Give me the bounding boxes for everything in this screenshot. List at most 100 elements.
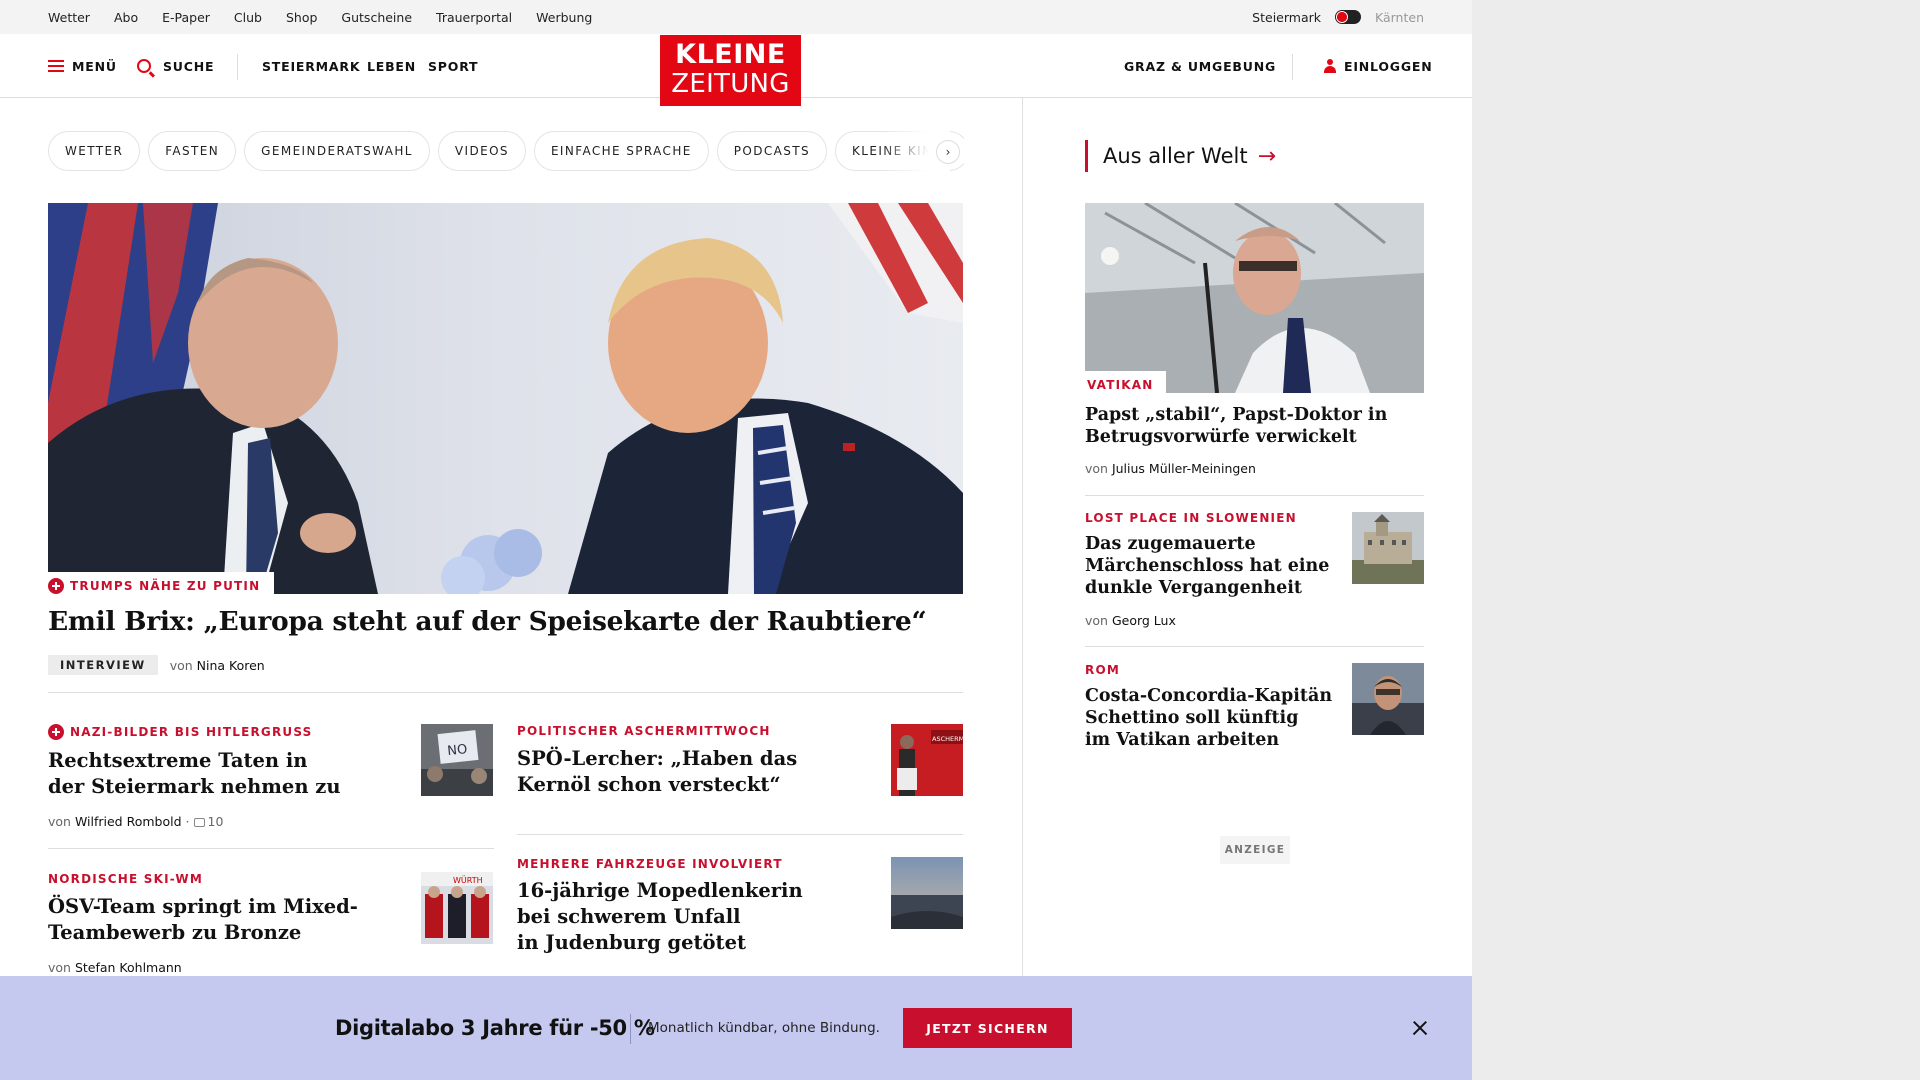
utility-link-abo[interactable]: Abo xyxy=(114,10,138,25)
hamburger-icon xyxy=(48,60,64,72)
utility-link-wetter[interactable]: Wetter xyxy=(48,10,90,25)
article-teaser[interactable]: POLITISCHER ASCHERMITTWOCH SPÖ-Lercher: … xyxy=(517,724,963,824)
right-lead-author[interactable]: Julius Müller-Meiningen xyxy=(1112,461,1256,476)
teaser-thumbnail xyxy=(891,857,963,929)
hero-headline[interactable]: Emil Brix: „Europa steht auf der Speisek… xyxy=(48,604,968,640)
right-lead-image[interactable] xyxy=(1085,203,1424,393)
utility-links: Wetter Abo E-Paper Club Shop Gutscheine … xyxy=(48,0,592,34)
utility-link-gutscheine[interactable]: Gutscheine xyxy=(341,10,412,25)
interview-badge: INTERVIEW xyxy=(48,655,158,675)
utility-link-werbung[interactable]: Werbung xyxy=(536,10,592,25)
user-icon xyxy=(1324,59,1336,73)
teaser-kicker-text: NORDISCHE SKI-WM xyxy=(48,872,204,886)
teaser-byline: von Stefan Kohlmann xyxy=(48,960,182,975)
teaser-title: Costa-Concordia-Kapitän Schettino soll k… xyxy=(1085,685,1332,751)
search-button[interactable]: SUCHE xyxy=(137,34,214,98)
column-divider xyxy=(1022,98,1023,976)
teaser-kicker: POLITISCHER ASCHERMITTWOCH xyxy=(517,724,771,738)
right-lead-kicker: VATIKAN xyxy=(1085,371,1166,399)
close-icon[interactable] xyxy=(1408,1016,1432,1040)
chip-wetter[interactable]: WETTER xyxy=(48,131,141,171)
teaser-title-line: in Judenburg getötet xyxy=(517,931,746,954)
chip-videos[interactable]: VIDEOS xyxy=(437,131,526,171)
article-teaser[interactable]: NAZI-BILDER BIS HITLERGRUSS Rechtsextrem… xyxy=(48,724,494,834)
teaser-thumbnail: NO xyxy=(421,724,493,796)
chip-podcasts[interactable]: PODCASTS xyxy=(716,131,828,171)
byline-prefix: von xyxy=(48,814,71,829)
teaser-divider xyxy=(517,834,963,835)
teaser-kicker-text: MEHRERE FAHRZEUGE INVOLVIERT xyxy=(517,857,783,871)
teaser-kicker: LOST PLACE IN SLOWENIEN xyxy=(1085,511,1297,525)
hero-author[interactable]: Nina Koren xyxy=(197,658,265,673)
menu-button[interactable]: MENÜ xyxy=(48,34,117,98)
region-toggle[interactable] xyxy=(1335,10,1361,24)
right-lead-kicker-text: VATIKAN xyxy=(1087,378,1154,392)
chip-scroll-right-button[interactable]: › xyxy=(936,140,960,164)
section-aus-aller-welt[interactable]: Aus aller Welt → xyxy=(1103,140,1276,172)
teaser-title-line: Costa-Concordia-Kapitän xyxy=(1085,686,1333,706)
teaser-title: SPÖ-Lercher: „Haben das Kernöl schon ver… xyxy=(517,746,797,798)
teaser-kicker: ROM xyxy=(1085,663,1120,677)
teaser-title-line: ÖSV-Team springt im Mixed- xyxy=(48,895,358,918)
region-graz-link[interactable]: GRAZ & UMGEBUNG xyxy=(1124,34,1276,98)
teaser-thumbnail: WÜRTH xyxy=(421,872,493,944)
byline-prefix: von xyxy=(1085,461,1108,476)
teaser-author[interactable]: Wilfried Rombold xyxy=(75,814,182,829)
teaser-byline: von Georg Lux xyxy=(1085,613,1176,628)
teaser-title-line: Schettino soll künftig xyxy=(1085,708,1299,728)
utility-bar: Wetter Abo E-Paper Club Shop Gutscheine … xyxy=(0,0,1472,34)
hero-divider xyxy=(48,692,963,693)
teaser-kicker-text: POLITISCHER ASCHERMITTWOCH xyxy=(517,724,771,738)
teaser-kicker: NAZI-BILDER BIS HITLERGRUSS xyxy=(48,724,313,740)
utility-link-shop[interactable]: Shop xyxy=(286,10,317,25)
logo-line-1: KLEINE xyxy=(675,39,786,70)
chip-gemeinderatswahl[interactable]: GEMEINDERATSWAHL xyxy=(244,131,430,171)
hero-image[interactable] xyxy=(48,203,963,594)
byline-prefix: von xyxy=(1085,613,1108,628)
teaser-title-line: Rechtsextreme Taten in xyxy=(48,749,308,772)
thumbnail-protest-image: NO xyxy=(421,724,493,796)
teaser-kicker: MEHRERE FAHRZEUGE INVOLVIERT xyxy=(517,857,783,871)
right-lead-headline[interactable]: Papst „stabil“, Papst-Doktor in Betrugsv… xyxy=(1085,404,1424,448)
hero-meta: INTERVIEW von Nina Koren xyxy=(48,654,265,676)
thumbnail-text: WÜRTH xyxy=(453,875,483,885)
logo-line-2: ZEITUNG xyxy=(671,69,790,99)
teaser-title-line: Das zugemauerte xyxy=(1085,534,1256,554)
teaser-kicker-text: ROM xyxy=(1085,663,1120,677)
right-divider xyxy=(1085,495,1424,496)
chip-einfache-sprache[interactable]: EINFACHE SPRACHE xyxy=(533,131,709,171)
teaser-kicker-text: LOST PLACE IN SLOWENIEN xyxy=(1085,511,1297,525)
region-switch: Steiermark Kärnten xyxy=(1252,0,1424,34)
chip-fasten[interactable]: FASTEN xyxy=(148,131,237,171)
svg-text:NO: NO xyxy=(447,742,468,759)
utility-link-club[interactable]: Club xyxy=(234,10,262,25)
thumbnail-ski-team-image: WÜRTH xyxy=(421,872,493,944)
kleine-zeitung-logo[interactable]: KLEINE ZEITUNG xyxy=(660,35,801,106)
comment-count[interactable]: 10 xyxy=(208,814,224,829)
login-button[interactable]: EINLOGGEN xyxy=(1324,34,1433,98)
nav-sport[interactable]: SPORT xyxy=(428,34,478,98)
right-article-teaser[interactable]: ROM Costa-Concordia-Kapitän Schettino so… xyxy=(1085,663,1424,763)
byline-prefix: von xyxy=(48,960,71,975)
utility-link-epaper[interactable]: E-Paper xyxy=(162,10,210,25)
hero-kicker[interactable]: TRUMPS NÄHE ZU PUTIN xyxy=(48,572,275,600)
nav-steiermark[interactable]: STEIERMARK xyxy=(262,34,360,98)
region-kaernten[interactable]: Kärnten xyxy=(1375,10,1424,25)
search-icon xyxy=(137,59,151,73)
article-teaser[interactable]: MEHRERE FAHRZEUGE INVOLVIERT 16-jährige … xyxy=(517,857,963,975)
nav-leben[interactable]: LEBEN xyxy=(367,34,416,98)
promo-divider xyxy=(630,1014,631,1044)
promo-cta-button[interactable]: JETZT SICHERN xyxy=(903,1008,1072,1048)
article-teaser[interactable]: NORDISCHE SKI-WM ÖSV-Team springt im Mix… xyxy=(48,872,494,976)
region-steiermark[interactable]: Steiermark xyxy=(1252,10,1321,25)
page: Wetter Abo E-Paper Club Shop Gutscheine … xyxy=(0,0,1472,1080)
teaser-author[interactable]: Stefan Kohlmann xyxy=(75,960,182,975)
teaser-title-line: dunkle Vergangenheit xyxy=(1085,578,1302,598)
teaser-kicker: NORDISCHE SKI-WM xyxy=(48,872,203,886)
search-label: SUCHE xyxy=(163,58,215,74)
arrow-right-icon: → xyxy=(1257,143,1277,169)
plus-icon xyxy=(48,724,64,740)
teaser-author[interactable]: Georg Lux xyxy=(1112,613,1176,628)
utility-link-trauerportal[interactable]: Trauerportal xyxy=(436,10,512,25)
right-article-teaser[interactable]: LOST PLACE IN SLOWENIEN Das zugemauerte … xyxy=(1085,511,1424,631)
